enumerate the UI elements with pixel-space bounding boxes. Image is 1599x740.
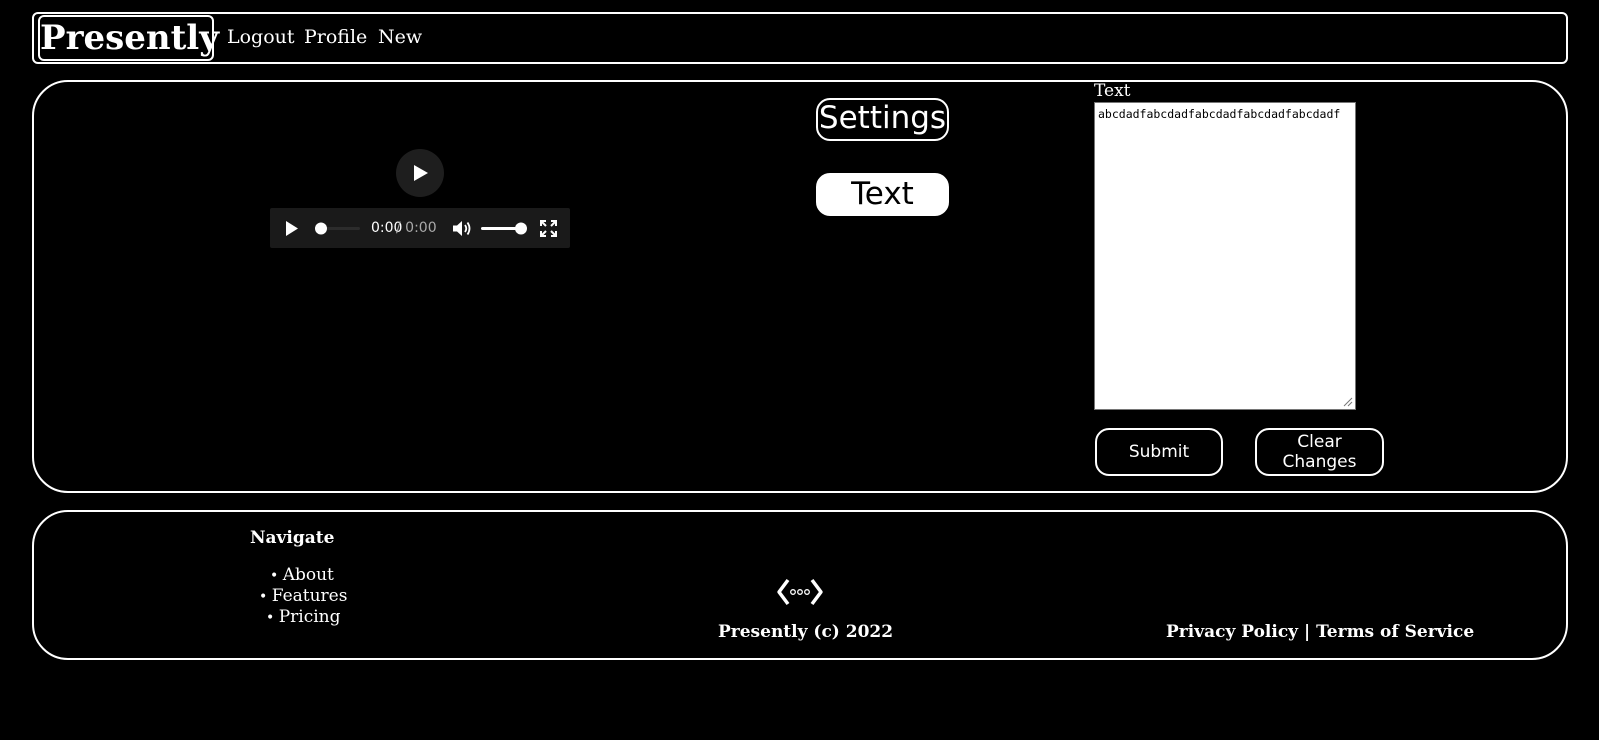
terms-of-service-link[interactable]: Terms of Service (1316, 622, 1474, 642)
progress-slider[interactable] (312, 220, 362, 237)
brand-logo[interactable]: Presently (38, 15, 219, 61)
footer-copyright: Presently (c) 2022 (718, 622, 894, 642)
logout-link[interactable]: Logout (227, 25, 295, 49)
footer-link-pricing[interactable]: • Pricing (266, 607, 341, 627)
footer-link-about[interactable]: • About (270, 565, 334, 585)
privacy-policy-link[interactable]: Privacy Policy (1166, 622, 1298, 642)
footer-link-about-label: About (282, 565, 334, 585)
footer-navigate-heading: Navigate (250, 528, 335, 548)
profile-link[interactable]: Profile (304, 25, 367, 49)
bullet: • (270, 568, 283, 584)
clear-changes-button[interactable]: Clear Changes (1255, 428, 1384, 476)
text-field-label: Text (1094, 81, 1131, 101)
clear-label-line2: Changes (1282, 452, 1357, 472)
clear-label-line1: Clear (1297, 432, 1342, 452)
submit-button[interactable]: Submit (1095, 428, 1223, 476)
bullet: • (259, 589, 272, 605)
footer-link-pricing-label: Pricing (278, 607, 341, 627)
bullet: • (266, 610, 279, 626)
footer-link-features-label: Features (271, 586, 348, 606)
footer-link-features[interactable]: • Features (259, 586, 347, 606)
time-total: / 0:00 (396, 220, 437, 236)
footer-legal-links: Privacy Policy | Terms of Service (1166, 622, 1474, 642)
play-icon[interactable] (284, 220, 300, 237)
code-logo-icon (777, 578, 823, 606)
legal-separator: | (1298, 622, 1317, 642)
play-icon (414, 165, 428, 181)
video-play-overlay-button[interactable] (396, 149, 444, 197)
new-link[interactable]: New (378, 25, 422, 49)
fullscreen-icon[interactable] (540, 220, 557, 237)
volume-slider[interactable] (480, 220, 530, 237)
volume-icon[interactable] (452, 220, 472, 237)
text-tab-button[interactable]: Text (816, 173, 949, 216)
text-input-area[interactable]: abcdadfabcdadfabcdadfabcdadfabcdadf (1094, 102, 1356, 410)
settings-tab-button[interactable]: Settings (816, 98, 949, 141)
resize-grip-icon[interactable] (1343, 397, 1353, 407)
